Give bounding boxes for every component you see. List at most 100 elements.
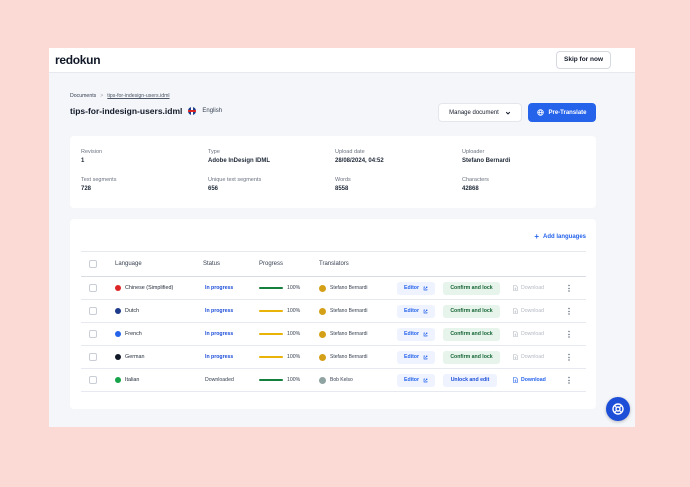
progress-cell: 100% bbox=[259, 346, 300, 368]
language-name: Dutch bbox=[125, 308, 140, 314]
row-checkbox[interactable] bbox=[89, 330, 97, 338]
info-value: 28/08/2024, 04:52 bbox=[335, 158, 384, 164]
download-label: Download bbox=[521, 285, 545, 291]
progress-bar bbox=[259, 309, 283, 313]
progress-percent: 100% bbox=[287, 377, 301, 383]
row-checkbox[interactable] bbox=[89, 353, 97, 361]
download-cell: Download bbox=[513, 277, 544, 299]
download-button[interactable]: Download bbox=[513, 354, 544, 360]
info-value: Adobe InDesign IDML bbox=[208, 158, 270, 164]
breadcrumb-separator: > bbox=[100, 93, 104, 99]
download-button[interactable]: Download bbox=[513, 285, 544, 291]
progress-bar bbox=[259, 355, 283, 359]
download-icon bbox=[513, 377, 518, 383]
page-title: tips-for-indesign-users.idml bbox=[70, 106, 183, 116]
download-label: Download bbox=[521, 377, 546, 383]
editor-button[interactable]: Editor bbox=[397, 327, 435, 341]
more-options-icon[interactable]: ⋮ bbox=[565, 307, 573, 316]
row-action-button[interactable]: Confirm and lock bbox=[443, 327, 500, 341]
download-label: Download bbox=[521, 331, 545, 337]
status-cell: In progress bbox=[205, 277, 233, 299]
breadcrumb-documents[interactable]: Documents bbox=[70, 93, 96, 99]
manage-document-button[interactable]: Manage document bbox=[438, 103, 522, 122]
action-cell: Confirm and lock bbox=[443, 300, 500, 322]
header-language: Language bbox=[115, 261, 142, 267]
status-cell: Downloaded bbox=[205, 369, 234, 391]
info-label: Upload date bbox=[335, 149, 365, 155]
download-button[interactable]: Download bbox=[513, 377, 546, 383]
editor-cell: Editor bbox=[397, 277, 435, 299]
translator-name: Bob Kelso bbox=[330, 377, 353, 383]
more-options-icon[interactable]: ⋮ bbox=[565, 284, 573, 293]
action-cell: Confirm and lock bbox=[443, 323, 500, 345]
languages-card: + Add languages Language Status Progress… bbox=[70, 219, 596, 409]
more-options-icon[interactable]: ⋮ bbox=[565, 376, 573, 385]
table-row: German In progress 100% Stefano Bernardi… bbox=[81, 346, 586, 369]
progress-percent: 100% bbox=[287, 354, 301, 360]
row-action-button[interactable]: Unlock and edit bbox=[443, 373, 497, 387]
progress-cell: 100% bbox=[259, 369, 300, 391]
row-checkbox-cell bbox=[89, 346, 97, 368]
info-value: 42868 bbox=[462, 186, 479, 192]
table-body: Chinese (Simplified) In progress 100% St… bbox=[81, 277, 586, 392]
info-label: Type bbox=[208, 149, 220, 155]
editor-button[interactable]: Editor bbox=[397, 304, 435, 318]
header-status: Status bbox=[203, 261, 221, 267]
external-link-icon bbox=[423, 309, 428, 313]
download-button[interactable]: Download bbox=[513, 331, 544, 337]
progress-bar bbox=[259, 286, 283, 290]
language-flag-icon bbox=[115, 331, 121, 337]
row-checkbox[interactable] bbox=[89, 307, 97, 315]
download-icon bbox=[513, 331, 518, 337]
info-value: Stefano Bernardi bbox=[462, 158, 511, 164]
status-badge: In progress bbox=[205, 308, 234, 314]
download-cell: Download bbox=[513, 369, 546, 391]
row-action-button[interactable]: Confirm and lock bbox=[443, 281, 500, 295]
download-button[interactable]: Download bbox=[513, 308, 544, 314]
row-checkbox-cell bbox=[89, 323, 97, 345]
progress-bar bbox=[259, 378, 283, 382]
language-cell: Italian bbox=[115, 369, 139, 391]
row-checkbox[interactable] bbox=[89, 284, 97, 292]
language-name: Chinese (Simplified) bbox=[125, 285, 174, 291]
status-badge: In progress bbox=[205, 331, 234, 337]
skip-button[interactable]: Skip for now bbox=[556, 51, 611, 69]
pre-translate-label: Pre-Translate bbox=[548, 109, 587, 116]
row-checkbox[interactable] bbox=[89, 376, 97, 384]
status-badge: Downloaded bbox=[205, 377, 234, 383]
info-value: 656 bbox=[208, 186, 219, 192]
pre-translate-button[interactable]: Pre-Translate bbox=[528, 103, 596, 122]
add-languages-button[interactable]: + Add languages bbox=[534, 232, 586, 241]
avatar bbox=[319, 330, 326, 338]
editor-button[interactable]: Editor bbox=[397, 281, 435, 295]
language-cell: Chinese (Simplified) bbox=[115, 277, 173, 299]
more-options-icon[interactable]: ⋮ bbox=[565, 353, 573, 362]
breadcrumb-current[interactable]: tips-for-indesign-users.idml bbox=[107, 93, 169, 99]
editor-button[interactable]: Editor bbox=[397, 373, 435, 387]
lifebuoy-icon bbox=[612, 403, 624, 415]
external-link-icon bbox=[423, 286, 428, 290]
download-icon bbox=[513, 308, 518, 314]
info-revision: Revision 1 bbox=[81, 149, 102, 164]
row-action-button[interactable]: Confirm and lock bbox=[443, 350, 500, 364]
info-value: 728 bbox=[81, 186, 92, 192]
progress-fill bbox=[259, 332, 283, 336]
row-action-button[interactable]: Confirm and lock bbox=[443, 304, 500, 318]
more-cell: ⋮ bbox=[565, 300, 573, 322]
action-cell: Confirm and lock bbox=[443, 277, 500, 299]
select-all-checkbox[interactable] bbox=[89, 260, 97, 268]
editor-button[interactable]: Editor bbox=[397, 350, 435, 364]
download-icon bbox=[513, 285, 518, 291]
status-cell: In progress bbox=[205, 300, 233, 322]
progress-percent: 100% bbox=[287, 285, 301, 291]
editor-cell: Editor bbox=[397, 369, 435, 391]
translator-name: Stefano Bernardi bbox=[330, 308, 368, 314]
manage-document-label: Manage document bbox=[449, 109, 499, 116]
language-flag-icon bbox=[115, 308, 121, 314]
translator-cell: Stefano Bernardi bbox=[319, 277, 368, 299]
action-cell: Unlock and edit bbox=[443, 369, 497, 391]
status-badge: In progress bbox=[205, 285, 234, 291]
avatar bbox=[319, 284, 326, 292]
help-button[interactable] bbox=[606, 397, 630, 421]
more-options-icon[interactable]: ⋮ bbox=[565, 330, 573, 339]
